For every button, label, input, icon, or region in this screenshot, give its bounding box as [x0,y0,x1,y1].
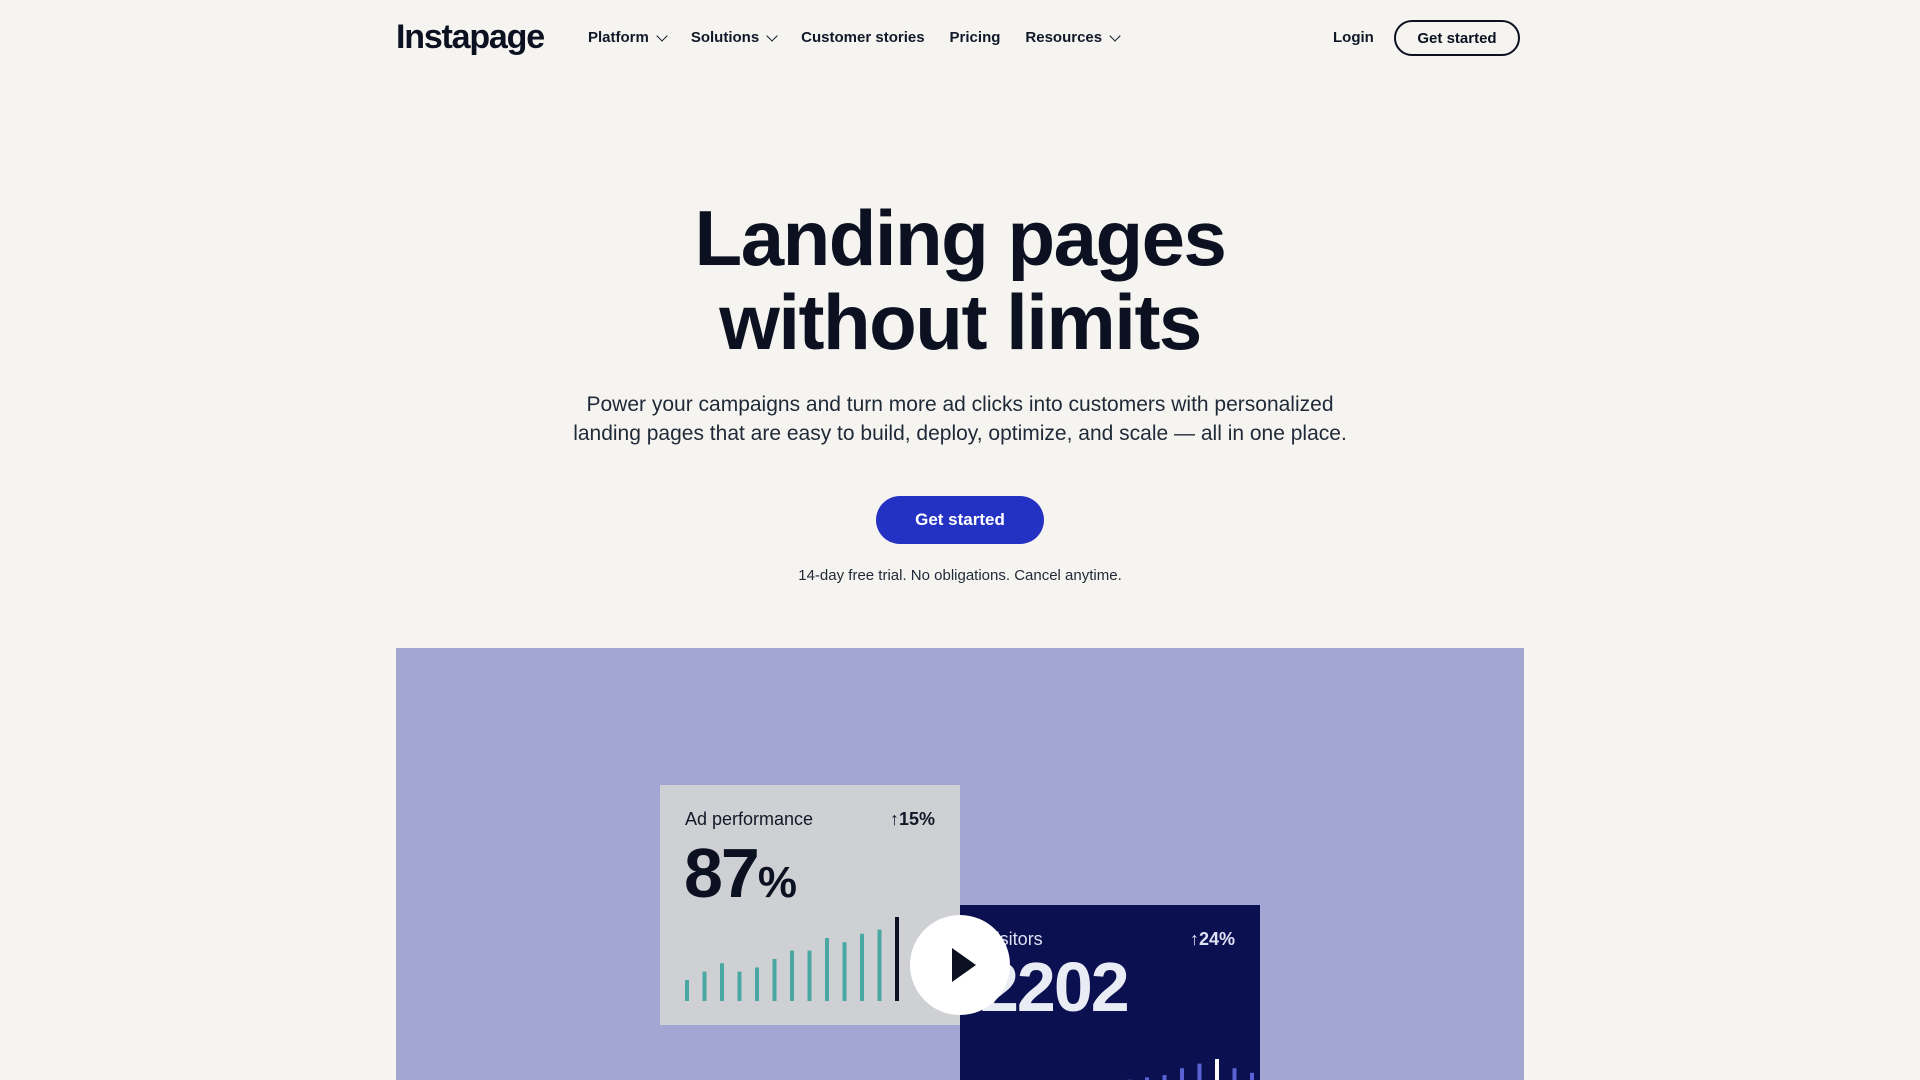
nav-item-label: Resources [1025,29,1103,46]
hero-video[interactable]: Ad performance ↑15% 87% Visitors ↑24% 22… [396,648,1524,1080]
login-link[interactable]: Login [1333,29,1374,46]
nav-item-platform[interactable]: Platform [588,29,668,46]
mini-bar [877,929,882,1001]
nav-item-customer-stories[interactable]: Customer stories [801,29,924,46]
hero-title-line: without limits [719,278,1202,366]
mini-bar [1232,1068,1237,1080]
mini-bar [1162,1075,1167,1080]
visitors-bars [1127,1059,1254,1080]
get-started-hero-button[interactable]: Get started [876,496,1044,544]
top-navigation: Instapage Platform Solutions Customer st… [0,0,1920,78]
mini-bar [685,980,689,1001]
chevron-down-icon [1109,29,1121,42]
trial-note: 14-day free trial. No obligations. Cance… [798,567,1122,584]
mini-bar [702,971,707,1001]
instapage-logo[interactable]: Instapage [396,18,545,57]
main-menu: Platform Solutions Customer stories Pric… [588,29,1144,46]
ad-performance-bars [685,917,899,1001]
get-started-nav-button[interactable]: Get started [1394,20,1520,56]
mini-bar [1250,1072,1254,1080]
mini-bar [755,967,759,1001]
chevron-down-icon [766,29,778,42]
ad-performance-card: Ad performance ↑15% 87% [660,785,960,1025]
nav-item-label: Solutions [690,29,760,46]
hero-title-line: Landing pages [694,194,1227,282]
nav-item-label: Platform [588,29,649,46]
nav-item-label: Customer stories [801,29,925,46]
mini-bar [807,950,812,1001]
mini-bar [842,942,847,1001]
mini-bar [1197,1063,1202,1080]
mini-bar [895,917,899,1001]
mini-bar [1215,1059,1219,1080]
hero-subtitle: Power your campaigns and turn more ad cl… [573,393,1347,445]
mini-bar [737,971,742,1001]
mini-bar [860,933,864,1001]
visitors-card: Visitors ↑24% 2202 [960,905,1260,1080]
nav-item-label: Pricing [949,29,1001,46]
nav-item-solutions[interactable]: Solutions [690,29,778,46]
play-video-button[interactable] [910,915,1010,1015]
nav-item-resources[interactable]: Resources [1025,29,1121,46]
nav-item-pricing[interactable]: Pricing [950,29,1001,46]
chevron-down-icon [656,29,668,42]
mini-bar [720,963,724,1001]
mini-bar [772,959,777,1001]
mini-bar [1180,1068,1184,1080]
hero-title: Landing pages without limits [0,196,1920,364]
mini-bar [825,938,829,1001]
mini-bar [790,950,794,1001]
